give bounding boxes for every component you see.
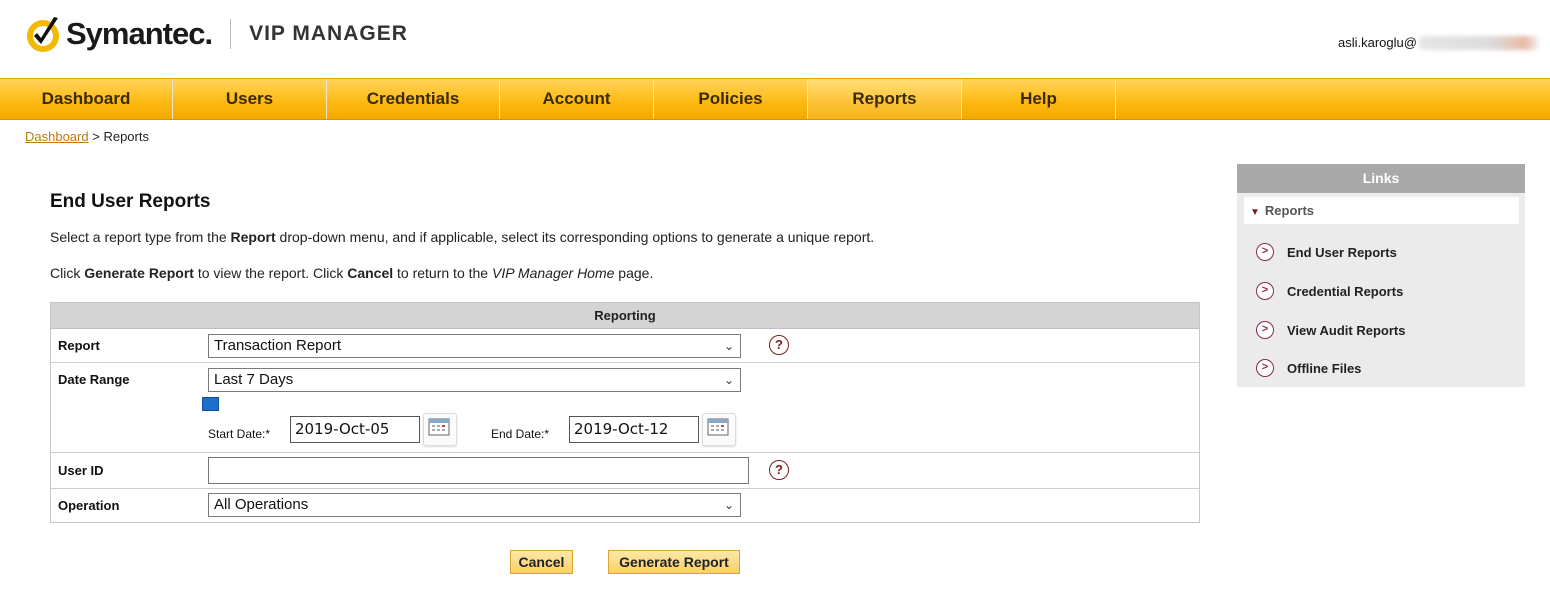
nav-help[interactable]: Help xyxy=(962,79,1116,119)
nav-dashboard[interactable]: Dashboard xyxy=(0,79,173,119)
end-date-calendar-button[interactable] xyxy=(702,413,736,446)
links-title: Links xyxy=(1237,164,1525,193)
brand-name: Symantec. xyxy=(66,16,213,51)
operation-label: Operation xyxy=(58,498,120,513)
nav-policies[interactable]: Policies xyxy=(654,79,808,119)
nav-reports[interactable]: Reports xyxy=(808,79,962,119)
chevron-right-circle-icon: > xyxy=(1256,321,1274,339)
link-offline-files[interactable]: > Offline Files xyxy=(1256,359,1361,377)
chevron-down-icon: ⌄ xyxy=(723,373,734,387)
end-date-label: End Date:* xyxy=(491,427,550,441)
desc2-text-end: page. xyxy=(614,265,654,281)
user-name-redacted xyxy=(1418,35,1539,50)
desc2-text-mid: to view the report. Click xyxy=(193,265,348,281)
reporting-header: Reporting xyxy=(51,303,1199,329)
link-label: End User Reports xyxy=(1287,244,1397,260)
instructions-line-1: Select a report type from the Report dro… xyxy=(50,229,874,245)
help-glyph: ? xyxy=(775,337,783,352)
user-id-input[interactable] xyxy=(208,457,749,484)
desc2-generate-bold: Generate Report xyxy=(84,265,194,281)
chevron-right-circle-icon: > xyxy=(1256,243,1274,261)
reporting-form: Reporting Report Transaction Report ⌄ ? … xyxy=(50,302,1200,523)
date-range-select[interactable]: Last 7 Days ⌄ xyxy=(208,368,741,392)
breadcrumb-dashboard-link[interactable]: Dashboard xyxy=(25,129,89,144)
instructions-line-2: Click Generate Report to view the report… xyxy=(50,265,653,281)
desc2-cancel-bold: Cancel xyxy=(347,265,394,281)
triangle-down-icon: ▼ xyxy=(1250,207,1260,218)
chevron-down-icon: ⌄ xyxy=(723,339,734,353)
breadcrumb-separator: > xyxy=(92,129,100,144)
desc1-report-bold: Report xyxy=(230,229,276,245)
link-credential-reports[interactable]: > Credential Reports xyxy=(1256,282,1403,300)
cancel-button[interactable]: Cancel xyxy=(510,550,573,574)
chevron-right-circle-icon: > xyxy=(1256,282,1274,300)
breadcrumb-current: Reports xyxy=(103,129,149,144)
user-name: asli.karoglu@ xyxy=(1338,35,1417,50)
links-section-label: Reports xyxy=(1264,203,1315,218)
desc2-text-mid2: to return to the xyxy=(393,265,492,281)
report-label: Report xyxy=(58,338,100,353)
desc1-text: Select a report type from the xyxy=(50,229,231,245)
start-date-label: Start Date:* xyxy=(208,427,271,441)
desc2-home-italic: VIP Manager Home xyxy=(491,265,615,281)
end-date-input[interactable]: 2019-Oct-12 xyxy=(569,416,699,443)
link-end-user-reports[interactable]: > End User Reports xyxy=(1256,243,1397,261)
operation-select-value: All Operations xyxy=(214,496,309,513)
date-range-select-value: Last 7 Days xyxy=(214,371,294,388)
links-section-reports[interactable]: ▼ Reports xyxy=(1244,197,1519,224)
report-row: Report Transaction Report ⌄ ? xyxy=(51,329,1199,363)
user-id-help-icon[interactable]: ? xyxy=(769,460,789,480)
report-select[interactable]: Transaction Report ⌄ xyxy=(208,334,741,358)
links-panel: Links ▼ Reports > End User Reports > Creden… xyxy=(1237,164,1525,387)
symantec-checkmark-icon xyxy=(24,14,64,54)
desc2-text: Click xyxy=(50,265,85,281)
nav-users[interactable]: Users xyxy=(173,79,327,119)
report-help-icon[interactable]: ? xyxy=(769,335,789,355)
nav-filler xyxy=(1116,79,1550,119)
start-date-calendar-button[interactable] xyxy=(423,413,457,446)
chevron-right-circle-icon: > xyxy=(1256,359,1274,377)
calendar-icon xyxy=(707,418,729,436)
report-select-value: Transaction Report xyxy=(214,337,342,354)
product-name: VIP MANAGER xyxy=(249,22,408,45)
brand-divider xyxy=(230,19,232,49)
chevron-down-icon: ⌄ xyxy=(723,498,734,512)
operation-select[interactable]: All Operations ⌄ xyxy=(208,493,741,517)
date-range-row: Date Range Last 7 Days ⌄ Start Date:* 20… xyxy=(51,363,1199,453)
nav-account[interactable]: Account xyxy=(500,79,654,119)
date-range-label: Date Range xyxy=(58,372,130,387)
link-label: Credential Reports xyxy=(1287,283,1404,299)
calendar-icon xyxy=(428,418,450,436)
user-account[interactable]: asli.karoglu@ xyxy=(1338,35,1539,50)
main-nav: Dashboard Users Credentials Account Poli… xyxy=(0,78,1550,120)
link-label: View Audit Reports xyxy=(1287,322,1406,338)
date-range-marker xyxy=(202,397,219,411)
user-id-row: User ID ? xyxy=(51,453,1199,489)
link-label: Offline Files xyxy=(1287,360,1362,376)
symantec-logo[interactable]: Symantec. VIP MANAGER xyxy=(24,14,408,54)
app-header: Symantec. VIP MANAGER asli.karoglu@ xyxy=(0,0,1550,78)
desc1-text-rest: drop-down menu, and if applicable, selec… xyxy=(275,229,875,245)
start-date-input[interactable]: 2019-Oct-05 xyxy=(290,416,420,443)
operation-row: Operation All Operations ⌄ xyxy=(51,489,1199,522)
generate-report-button[interactable]: Generate Report xyxy=(608,550,740,574)
breadcrumb: Dashboard > Reports xyxy=(25,129,149,144)
page-title: End User Reports xyxy=(50,191,211,212)
nav-credentials[interactable]: Credentials xyxy=(327,79,500,119)
user-id-label: User ID xyxy=(58,463,104,478)
link-view-audit-reports[interactable]: > View Audit Reports xyxy=(1256,321,1405,339)
help-glyph: ? xyxy=(775,462,783,477)
